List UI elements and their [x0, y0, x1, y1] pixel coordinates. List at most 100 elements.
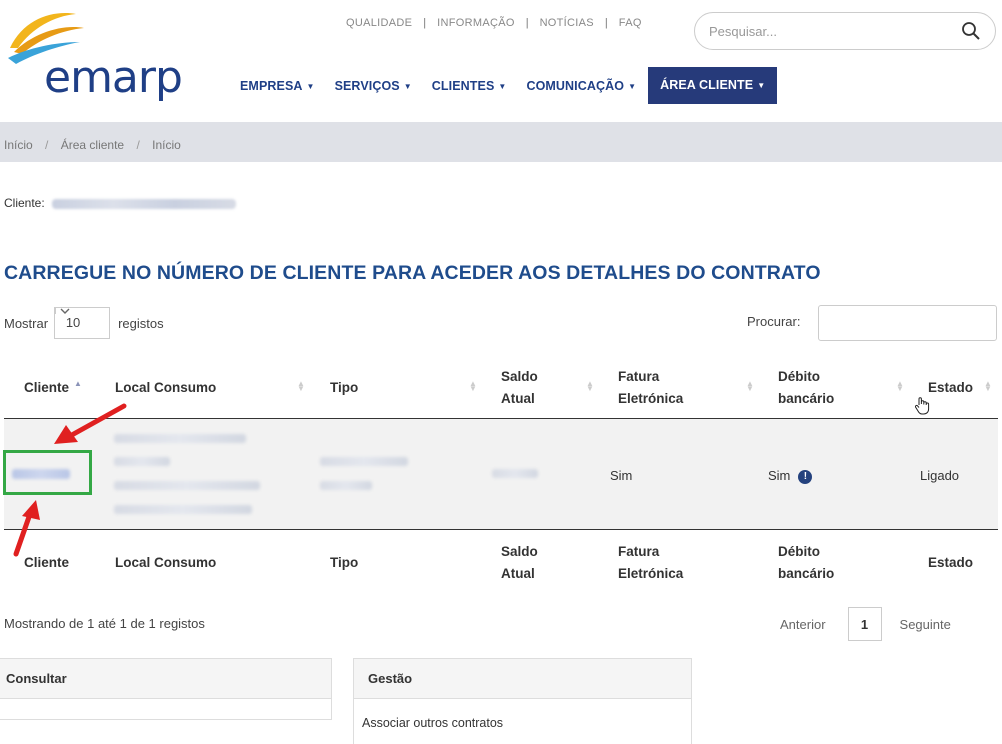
caret-down-icon: ▼ [628, 81, 637, 91]
nav-comunicacao[interactable]: COMUNICAÇÃO ▼ [526, 79, 636, 93]
col-label: Tipo [330, 555, 359, 570]
panel-consultar: Consultar [0, 658, 332, 720]
saldo-redacted [492, 469, 538, 478]
col-footer-estado: Estado [928, 533, 973, 593]
panel-title: Gestão [354, 659, 691, 699]
sort-both-icon: ▲ ▼ [896, 379, 904, 393]
caret-down-icon: ▼ [757, 81, 766, 90]
tipo-redacted [320, 481, 372, 490]
col-header-tipo[interactable]: Tipo [330, 358, 358, 418]
main-nav: EMPRESA ▼ SERVIÇOS ▼ CLIENTES ▼ COMUNICAÇÃO… [240, 67, 797, 104]
table-footer-row: Cliente Local Consumo Tipo Saldo Atual Fa… [4, 533, 998, 593]
nav-empresa[interactable]: EMPRESA ▼ [240, 79, 315, 93]
panel-gestao: Gestão Associar outros contratos [353, 658, 692, 744]
address-redacted [114, 505, 252, 514]
table-search-label: Procurar: [747, 314, 801, 329]
sort-both-icon: ▲ ▼ [746, 379, 754, 393]
col-label: Estado [928, 555, 974, 570]
col-footer-local-consumo: Local Consumo [115, 533, 216, 593]
sort-both-icon: ▲ ▼ [586, 379, 594, 393]
col-label: Débito [778, 544, 820, 559]
emarp-logo[interactable]: emarp [4, 8, 194, 103]
breadcrumb-separator: / [136, 138, 140, 152]
separator: | [423, 17, 427, 29]
page-size-select[interactable]: 10 [54, 307, 111, 339]
sort-both-icon: ▲ ▼ [984, 379, 992, 393]
col-label: Cliente [24, 380, 70, 395]
col-footer-fatura-eletronica: Fatura Eletrónica [618, 533, 683, 593]
divider [4, 529, 998, 530]
col-label: Tipo [330, 380, 359, 395]
show-suffix: registos [118, 315, 164, 331]
site-search-input[interactable]: Pesquisar... [694, 12, 996, 50]
col-label: bancário [778, 566, 835, 581]
caret-down-icon: ▼ [403, 81, 412, 91]
sort-both-icon: ▲ ▼ [297, 379, 305, 393]
highlight-box [3, 450, 92, 495]
nav-label: COMUNICAÇÃO [526, 78, 625, 93]
nav-label: ÁREA CLIENTE [660, 78, 754, 92]
sort-asc-icon: ▲ [74, 379, 82, 388]
panel-title: Consultar [0, 659, 331, 699]
col-label: Saldo [501, 369, 538, 384]
client-email-redacted [52, 198, 237, 209]
client-label: Cliente: [4, 196, 45, 210]
show-entries: Mostrar 10 registos [4, 307, 164, 339]
col-footer-saldo-atual: Saldo Atual [501, 533, 538, 593]
col-label: Atual [501, 566, 535, 581]
col-header-fatura-eletronica[interactable]: Fatura Eletrónica [618, 358, 683, 418]
caret-down-icon: ▼ [306, 81, 315, 91]
nav-label: SERVIÇOS [334, 78, 400, 93]
breadcrumb-current: Início [152, 138, 181, 152]
table-search-input[interactable] [818, 305, 997, 341]
arrow-annotation-icon [54, 403, 127, 444]
col-header-saldo-atual[interactable]: Saldo Atual [501, 358, 538, 418]
separator: | [525, 17, 529, 29]
debito-cell: Sim! [768, 468, 813, 484]
logo-text: emarp [44, 52, 183, 103]
search-icon[interactable] [961, 21, 981, 41]
link-noticias[interactable]: NOTÍCIAS [540, 17, 594, 29]
tipo-redacted [320, 457, 408, 466]
hand-cursor-icon [914, 397, 930, 415]
nav-clientes[interactable]: CLIENTES ▼ [432, 79, 507, 93]
info-icon[interactable]: ! [798, 469, 813, 484]
col-label: Fatura [618, 369, 660, 384]
link-associar-contratos[interactable]: Associar outros contratos [354, 699, 691, 730]
col-label: Saldo [501, 544, 538, 559]
pagination-next[interactable]: Seguinte [900, 617, 951, 632]
client-info: Cliente: [4, 196, 237, 210]
pagination-prev[interactable]: Anterior [780, 617, 826, 632]
breadcrumb-separator: / [45, 138, 49, 152]
nav-servicos[interactable]: SERVIÇOS ▼ [335, 79, 412, 93]
col-label: Estado [928, 380, 974, 395]
col-label: Fatura [618, 544, 660, 559]
debito-value: Sim [768, 468, 791, 483]
col-footer-debito-bancario: Débito bancário [778, 533, 834, 593]
address-redacted [114, 481, 260, 490]
chevron-down-icon [55, 308, 73, 314]
pagination: Anterior 1 Seguinte [780, 606, 951, 642]
col-header-debito-bancario[interactable]: Débito bancário [778, 358, 834, 418]
search-placeholder: Pesquisar... [709, 24, 777, 39]
col-label: bancário [778, 391, 835, 406]
col-header-local-consumo[interactable]: Local Consumo [115, 358, 216, 418]
address-redacted [114, 434, 246, 443]
link-informacao[interactable]: INFORMAÇÃO [437, 17, 515, 29]
show-label: Mostrar [4, 315, 49, 331]
pagination-page[interactable]: 1 [847, 607, 882, 641]
caret-down-icon: ▼ [498, 81, 507, 91]
nav-area-cliente[interactable]: ÁREA CLIENTE ▼ [648, 67, 778, 104]
link-faq[interactable]: FAQ [619, 17, 642, 29]
table-header-row: Cliente ▲ Local Consumo ▲ ▼ Tipo ▲ ▼ Saldo A… [4, 358, 998, 418]
link-qualidade[interactable]: QUALIDADE [346, 17, 412, 29]
table-row: Sim Sim! Ligado [4, 419, 998, 529]
estado-value: Ligado [920, 468, 960, 483]
fatura-value: Sim [610, 468, 633, 483]
col-label: Local Consumo [115, 555, 217, 570]
col-header-estado[interactable]: Estado [928, 358, 973, 418]
breadcrumb-area-cliente[interactable]: Área cliente [61, 138, 124, 152]
col-label: Local Consumo [115, 380, 217, 395]
breadcrumb-inicio[interactable]: Início [4, 138, 33, 152]
col-footer-tipo: Tipo [330, 533, 358, 593]
